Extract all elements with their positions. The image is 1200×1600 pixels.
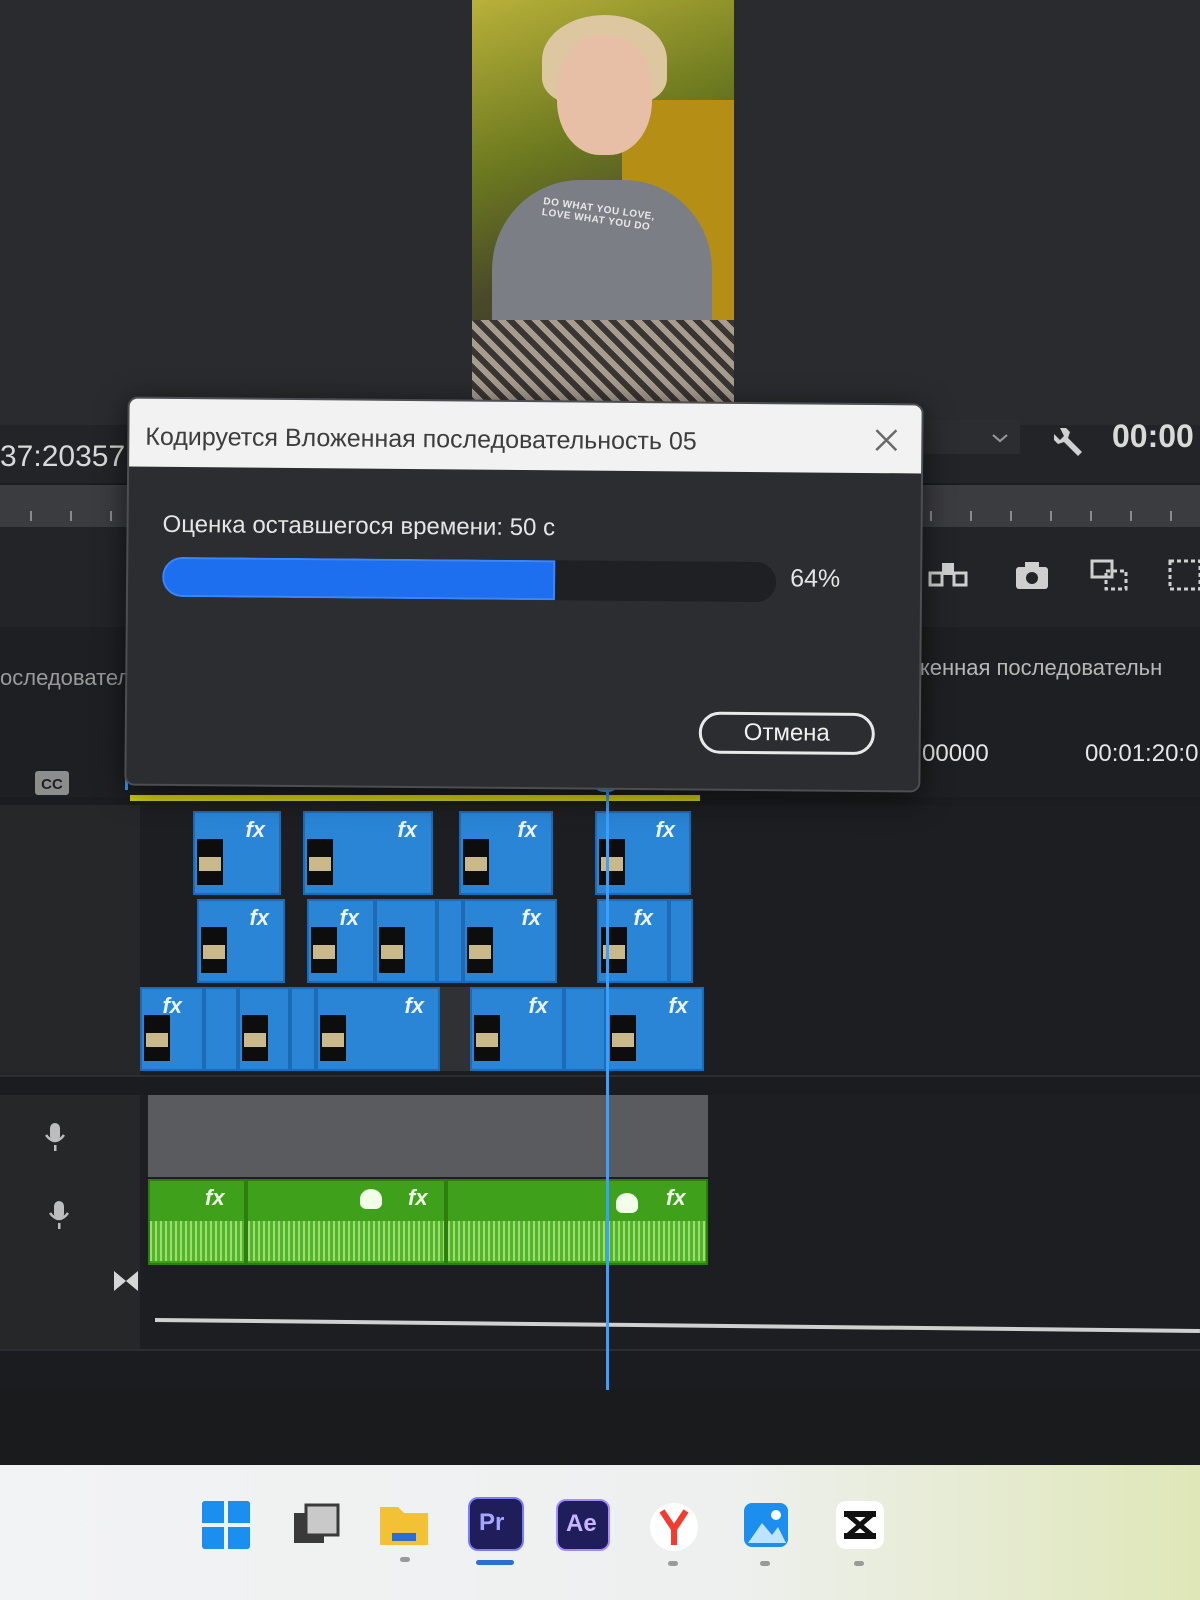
after-effects-icon[interactable]: Ae — [556, 1499, 610, 1551]
audio-track-a2[interactable]: fx fx fx — [0, 1177, 1200, 1269]
yandex-browser-icon[interactable] — [648, 1501, 700, 1553]
progress-bar-fill — [161, 556, 556, 601]
playhead[interactable] — [606, 778, 609, 1390]
clip-thumbnail — [379, 927, 405, 973]
cancel-button[interactable]: Отмена — [698, 711, 875, 756]
timeline-gap — [440, 987, 470, 1071]
clip-thumbnail — [201, 927, 227, 973]
captions-icon[interactable]: CC — [34, 770, 70, 796]
premiere-pro-icon[interactable]: Pr — [468, 1497, 524, 1551]
voice-enhance-icon — [616, 1193, 638, 1213]
clip-thumbnail — [242, 1015, 268, 1061]
audio-clip[interactable]: fx — [446, 1179, 708, 1265]
clip-thumbnail — [197, 839, 223, 885]
timeline-time-label: 00000 — [922, 740, 989, 767]
dialog-titlebar[interactable]: Кодируется Вложенная последовательность … — [129, 398, 922, 474]
video-clip[interactable] — [564, 987, 606, 1071]
wrench-icon[interactable] — [1052, 420, 1092, 460]
close-icon[interactable] — [871, 425, 901, 455]
audio-empty-region — [148, 1095, 708, 1177]
dialog-title: Кодируется Вложенная последовательность … — [145, 422, 697, 456]
track-header — [0, 805, 140, 897]
video-clip[interactable] — [437, 899, 463, 983]
program-timecode: 00:00 — [1112, 418, 1194, 454]
photos-icon[interactable] — [740, 1499, 792, 1551]
sequence-tab-right[interactable]: женная последовательн — [915, 655, 1162, 681]
track-header — [0, 1095, 140, 1177]
video-clip[interactable]: fx — [459, 811, 553, 895]
program-monitor: DO WHAT YOU LOVE, LOVE WHAT YOU DO — [0, 0, 1200, 425]
video-clip[interactable] — [238, 987, 290, 1071]
video-clip[interactable]: fx — [595, 811, 691, 895]
mix-transition-icon[interactable] — [112, 1269, 140, 1293]
camera-icon[interactable] — [1010, 557, 1054, 593]
file-explorer-icon[interactable] — [378, 1499, 430, 1551]
video-clip[interactable]: fx — [463, 899, 557, 983]
clip-thumbnail — [601, 927, 627, 973]
encoding-dialog: Кодируется Вложенная последовательность … — [124, 396, 924, 793]
app-indicator-dot — [668, 1561, 678, 1566]
progress-percent: 64% — [790, 564, 841, 593]
capcut-icon[interactable] — [834, 1499, 886, 1551]
work-area-bar[interactable] — [130, 795, 700, 801]
clip-thumbnail — [610, 1015, 636, 1061]
timeline-time-label: 00:01:20:0 — [1085, 740, 1199, 767]
active-app-indicator — [476, 1560, 514, 1565]
microphone-icon[interactable] — [46, 1199, 72, 1231]
app-indicator-dot — [400, 1557, 410, 1562]
start-icon[interactable] — [200, 1499, 252, 1551]
clip-thumbnail — [467, 927, 493, 973]
clip-thumbnail — [144, 1015, 170, 1061]
track-header — [0, 985, 140, 1075]
video-track-v3[interactable]: fx fx fx fx — [0, 805, 1200, 899]
mix-track[interactable] — [0, 1267, 1200, 1351]
taskbar: Pr Ae — [0, 1465, 1200, 1600]
video-clip[interactable]: fx — [606, 987, 704, 1071]
clip-thumbnail — [311, 927, 337, 973]
time-remaining-label: Оценка оставшегося времени: 50 с — [162, 510, 556, 542]
chevron-down-icon[interactable] — [990, 428, 1010, 448]
app-indicator-dot — [854, 1561, 864, 1566]
clip-thumbnail — [474, 1015, 500, 1061]
clip-thumbnail — [599, 839, 625, 885]
video-clip[interactable] — [669, 899, 693, 983]
video-track-v1[interactable]: fx fx fx fx — [0, 985, 1200, 1077]
sequence-tab-left[interactable]: оследовател — [0, 665, 130, 691]
clip-thumbnail — [320, 1015, 346, 1061]
video-clip[interactable] — [290, 987, 316, 1071]
audio-track-a1[interactable] — [0, 1095, 1200, 1179]
microphone-icon[interactable] — [42, 1121, 68, 1153]
svg-text:CC: CC — [41, 776, 63, 793]
insert-icon[interactable] — [926, 557, 970, 593]
progress-bar — [161, 556, 777, 603]
task-view-icon[interactable] — [290, 1499, 342, 1551]
app-indicator-dot — [760, 1561, 770, 1566]
safe-margins-icon[interactable] — [1166, 557, 1200, 593]
compare-view-icon[interactable] — [1088, 557, 1132, 593]
audio-clip[interactable]: fx — [246, 1179, 446, 1265]
timeline-scroll-area — [0, 1390, 1200, 1470]
video-clip[interactable]: fx — [140, 987, 204, 1071]
clip-thumbnail — [463, 839, 489, 885]
audio-clip[interactable]: fx — [148, 1179, 246, 1265]
clip-thumbnail — [307, 839, 333, 885]
video-clip[interactable]: fx — [303, 811, 433, 895]
video-preview-frame: DO WHAT YOU LOVE, LOVE WHAT YOU DO — [472, 0, 734, 405]
track-header — [0, 897, 140, 985]
video-clip[interactable]: fx — [316, 987, 440, 1071]
video-clip[interactable] — [204, 987, 238, 1071]
video-clip[interactable]: fx — [193, 811, 281, 895]
video-clip[interactable]: fx — [470, 987, 564, 1071]
video-track-v2[interactable]: fx fx fx fx — [0, 897, 1200, 987]
video-clip[interactable] — [375, 899, 437, 983]
source-timecode: 37:20357 — [0, 440, 126, 473]
voice-enhance-icon — [360, 1189, 382, 1209]
video-clip[interactable]: fx — [307, 899, 375, 983]
video-clip[interactable]: fx — [197, 899, 285, 983]
